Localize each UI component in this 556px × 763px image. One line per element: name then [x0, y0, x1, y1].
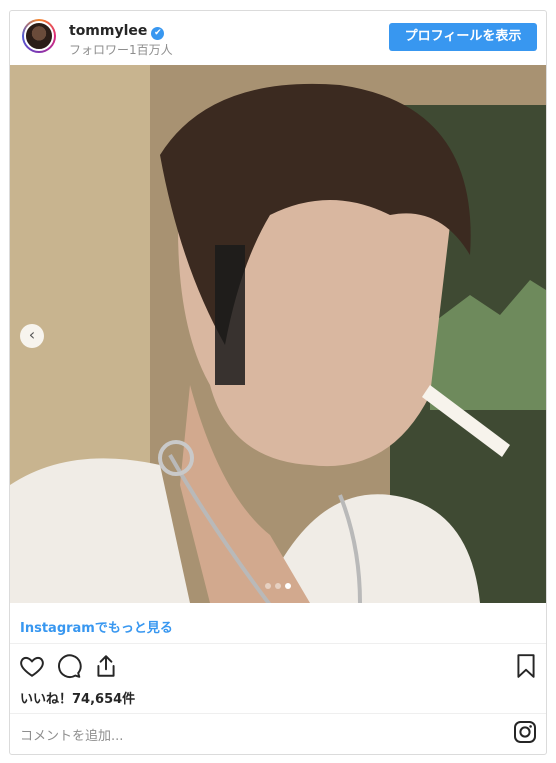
instagram-logo-icon[interactable] [513, 720, 537, 744]
avatar[interactable] [22, 19, 56, 53]
view-profile-button[interactable]: プロフィールを表示 [389, 23, 537, 51]
comment-icon[interactable] [56, 653, 82, 679]
photo-illustration [10, 65, 546, 603]
avatar-image [24, 21, 54, 51]
divider [10, 713, 546, 714]
like-count[interactable]: いいね！74,654件 [20, 688, 135, 707]
post-photo[interactable]: ‹ [10, 65, 546, 603]
carousel-dot [265, 583, 271, 589]
instagram-embed: tommylee ✔ フォロワー1百万人 プロフィールを表示 ‹ Instagr… [9, 10, 547, 755]
bookmark-icon[interactable] [513, 653, 539, 679]
heart-icon[interactable] [19, 653, 45, 679]
carousel-dot [275, 583, 281, 589]
action-bar [19, 653, 539, 681]
username-line[interactable]: tommylee ✔ [69, 23, 165, 40]
carousel-prev-arrow-icon[interactable]: ‹ [20, 324, 44, 348]
share-icon[interactable] [93, 653, 119, 679]
carousel-dot-active [285, 583, 291, 589]
username[interactable]: tommylee [69, 23, 147, 39]
verified-badge-icon: ✔ [151, 27, 165, 40]
more-on-instagram-link[interactable]: Instagramでもっと見る [20, 617, 173, 636]
add-comment-field[interactable]: コメントを追加... [20, 725, 123, 744]
divider [10, 643, 546, 644]
carousel-dots [265, 583, 295, 591]
post-header: tommylee ✔ フォロワー1百万人 プロフィールを表示 [10, 11, 546, 65]
follower-count: フォロワー1百万人 [69, 43, 173, 57]
